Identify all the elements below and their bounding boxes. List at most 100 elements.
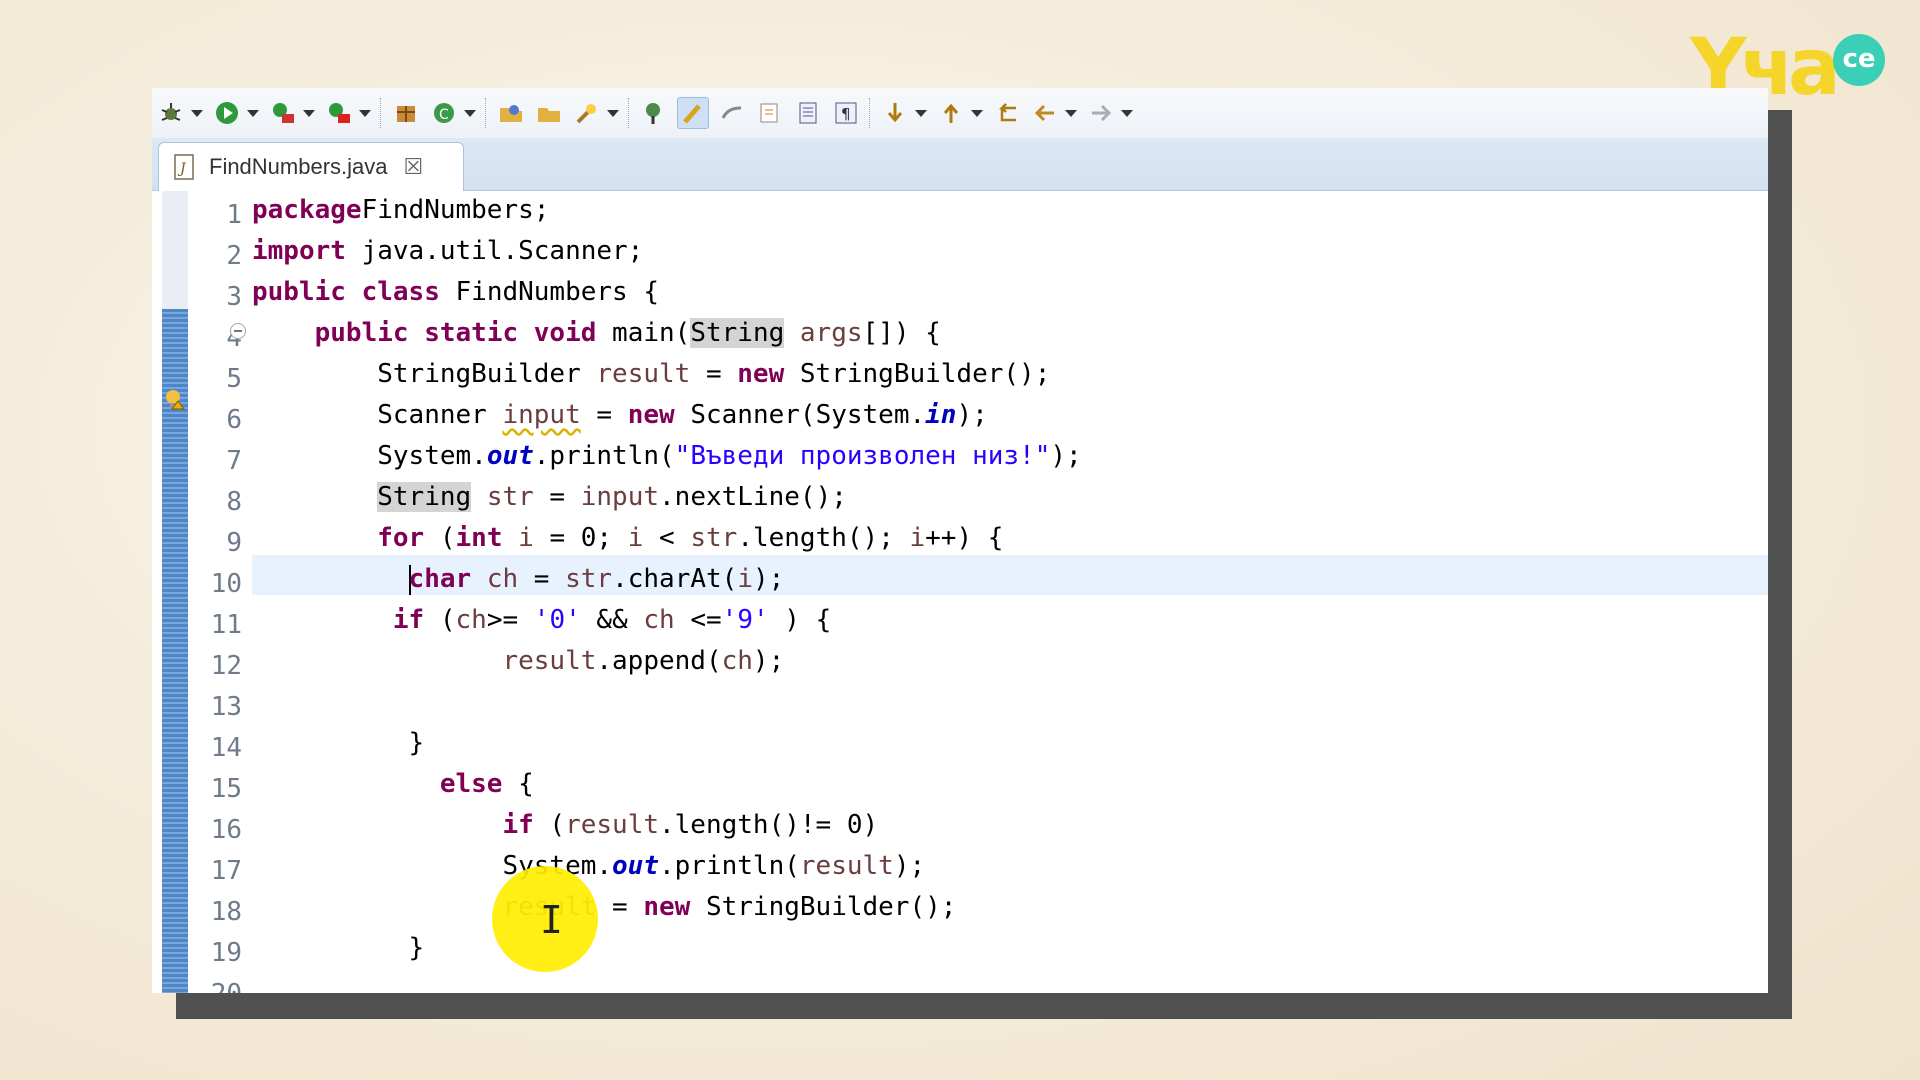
main-toolbar: C ¶ [152,88,1768,138]
prev-annotation-dropdown[interactable] [970,98,984,128]
code-token: = [690,359,738,389]
code-token: input [502,400,581,430]
line-number: 12 [210,651,242,681]
line-number: 20 [182,974,242,993]
next-annotation-dropdown[interactable] [914,98,928,128]
code-token: StringBuilder(); [690,892,957,922]
code-token: Scanner [377,400,503,430]
code-token: String [377,482,472,512]
code-editor[interactable]: 1234567891011121314151617181920 packageF… [152,191,1768,993]
code-line: } [252,728,425,768]
svg-text:C: C [439,107,449,123]
java-file-icon: J [171,153,197,181]
code-token: = 0; [533,523,628,553]
forward-icon[interactable] [1086,98,1116,128]
pilcrow-icon[interactable]: ¶ [831,98,861,128]
code-token: ); [893,851,926,881]
back-icon[interactable] [1030,98,1060,128]
code-token: ch [455,605,487,635]
new-class-dropdown[interactable] [463,98,477,128]
code-token: i [737,564,753,594]
new-class-icon[interactable]: C [429,98,459,128]
code-token: { [502,769,534,799]
open-type-icon[interactable] [496,98,526,128]
code-token: System. [377,441,487,471]
toggle-breadcrumb-icon[interactable] [639,98,669,128]
code-token: str [690,523,738,553]
debug-dropdown[interactable] [190,98,204,128]
code-token: ); [1050,441,1082,471]
code-token: = [580,400,628,430]
code-token: '0' [533,605,581,635]
open-folder-icon[interactable] [534,98,564,128]
coverage-dropdown[interactable] [358,98,372,128]
run-dropdown[interactable] [246,98,260,128]
code-token: FindNumbers; [361,195,550,225]
external-dropdown[interactable] [302,98,316,128]
last-edit-icon[interactable] [992,98,1022,128]
code-token: i [518,523,534,553]
run-external-icon[interactable] [268,98,298,128]
code-token: .println( [533,441,675,471]
search-icon[interactable] [572,98,602,128]
line-number: 1 [226,200,242,230]
code-token: StringBuilder [377,359,597,389]
code-token: .append( [596,646,722,676]
line-number: 10 [210,569,242,599]
line-number: 15 [210,774,242,804]
code-token: ( [533,810,566,840]
line-number: 14 [210,733,242,763]
next-annotation-icon[interactable] [880,98,910,128]
new-package-icon[interactable] [391,98,421,128]
code-line: packageFindNumbers; [252,195,549,235]
toolbar-separator [628,98,631,128]
code-token: } [408,933,425,963]
toggle-block-icon[interactable] [717,98,747,128]
code-token: = [533,482,581,512]
code-token: >= [486,605,534,635]
code-token: Scanner(System. [674,400,926,430]
prev-annotation-icon[interactable] [936,98,966,128]
code-token: .println( [659,851,800,881]
forward-dropdown[interactable] [1120,98,1134,128]
code-line: Scanner input = new Scanner(System.in); [252,400,988,440]
code-token: out [486,441,534,471]
code-token: && [580,605,644,635]
coverage-icon[interactable] [324,98,354,128]
code-token: java.util.Scanner; [345,236,644,266]
eclipse-editor-window: C ¶ J FindNumbers.java ☒ 1 2 3 5 6 7 8 9… [152,88,1768,993]
code-token: str [486,482,534,512]
run-icon[interactable] [212,98,242,128]
line-number: 3 [226,282,242,312]
logo-badge: ce [1833,34,1885,86]
line-number-gutter: 1234567891011121314151617181920 [188,191,248,993]
code-token: args [799,318,863,348]
code-token: []) { [862,318,941,348]
code-line: for (int i = 0; i < str.length(); i++) { [252,523,1003,563]
line-number: 7 [226,446,242,476]
code-token: result [565,810,659,840]
code-token: new [627,400,675,430]
block-selection-icon[interactable] [793,98,823,128]
fold-collapse-icon[interactable] [230,323,246,339]
close-tab-icon[interactable]: ☒ [404,155,424,180]
code-line: public static void main(String args[]) { [252,318,941,358]
code-token: str [565,564,613,594]
tab-findnumbers-java[interactable]: J FindNumbers.java ☒ [158,142,464,191]
code-token: result [596,359,691,389]
code-line: StringBuilder result = new StringBuilder… [252,359,1050,399]
back-dropdown[interactable] [1064,98,1078,128]
code-token: import [252,236,346,266]
show-whitespace-icon[interactable] [755,98,785,128]
code-token: "Въведи произволен низ!" [674,441,1051,471]
code-line: import java.util.Scanner; [252,236,643,276]
debug-icon[interactable] [156,98,186,128]
search-dropdown[interactable] [606,98,620,128]
toolbar-separator [485,98,488,128]
mark-occurrences-icon[interactable] [677,97,709,129]
code-token: if [392,605,425,635]
